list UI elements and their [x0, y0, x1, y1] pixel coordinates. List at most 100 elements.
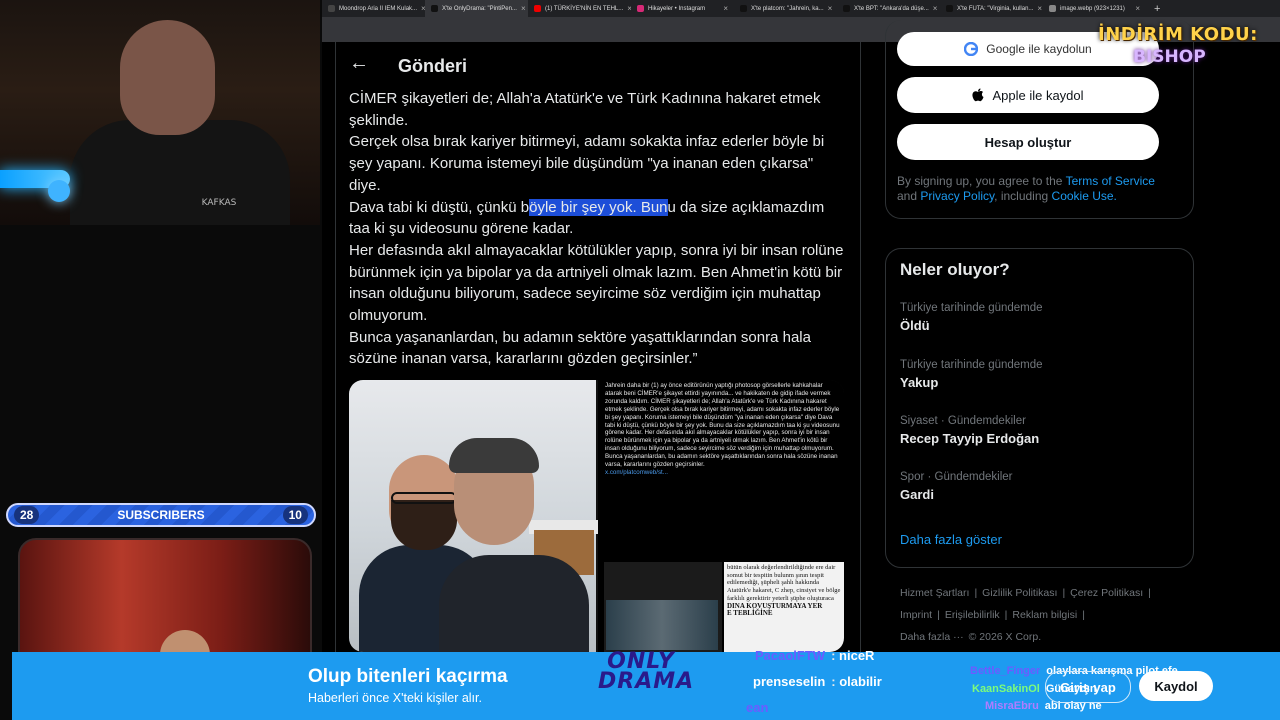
- legal-incl: , including: [994, 189, 1052, 203]
- trend-item[interactable]: Spor · Gündemdekiler Gardi: [900, 471, 1013, 502]
- chat-message: PacaolFTW: niceR: [755, 648, 874, 663]
- post-media[interactable]: Jahrein daha bir (1) ay önce editörünün …: [349, 380, 844, 652]
- close-tab-icon[interactable]: ×: [723, 4, 728, 13]
- terms-link[interactable]: Terms of Service: [1066, 174, 1155, 188]
- trend-name: Yakup: [900, 375, 939, 390]
- footer-link[interactable]: Hizmet Şartları: [900, 587, 969, 599]
- footer-link[interactable]: Imprint: [900, 609, 932, 621]
- browser-tab[interactable]: X'te platcom: "Jahrein, ka... ×: [734, 0, 837, 17]
- sub-count-left: 28: [14, 506, 40, 524]
- browser-tab[interactable]: X'te OnlyDrama: "PintiPen... ×: [425, 0, 528, 17]
- footer-link[interactable]: Çerez Politikası: [1070, 587, 1143, 599]
- footer-separator: |: [1148, 587, 1151, 599]
- post-text: CİMER şikayetleri de; Allah'a Atatürk'e …: [349, 88, 849, 370]
- person1-beard: [391, 500, 457, 550]
- privacy-link[interactable]: Privacy Policy: [920, 189, 994, 203]
- legal-document: bütün olarak değerlendirildiğinde ere da…: [724, 562, 844, 652]
- footer-link[interactable]: Daha fazla ···: [900, 631, 964, 643]
- footer-link[interactable]: Gizlilik Politikası: [982, 587, 1057, 599]
- close-tab-icon[interactable]: ×: [521, 4, 526, 13]
- footer-link[interactable]: Reklam bilgisi: [1012, 609, 1077, 621]
- tab-favicon-icon: [843, 5, 850, 12]
- close-tab-icon[interactable]: ×: [933, 4, 938, 13]
- close-tab-icon[interactable]: ×: [1037, 4, 1042, 13]
- shirt-logo: KAFKAS: [201, 198, 237, 208]
- person2-hair: [449, 438, 539, 473]
- tab-favicon-icon: [740, 5, 747, 12]
- post-paragraph: CİMER şikayetleri de; Allah'a Atatürk'e …: [349, 88, 849, 131]
- browser-tab[interactable]: (1) TÜRKİYE'NİN EN TEHL... ×: [528, 0, 631, 17]
- tab-label: X'te BPT: "Ankara'da düşe...: [854, 5, 929, 12]
- sub-count-right: 10: [282, 506, 308, 524]
- neon-light-dot: [48, 180, 70, 202]
- login-button[interactable]: Giriş yap: [1045, 671, 1131, 703]
- browser-tab[interactable]: X'te BPT: "Ankara'da düşe... ×: [837, 0, 940, 17]
- browser-tab[interactable]: Hikayeler • Instagram ×: [631, 0, 734, 17]
- chat-text: niceR: [839, 648, 875, 663]
- paragraph-text: Bunca yaşananlardan, bu adamın sektöre y…: [349, 328, 811, 368]
- screenshot-link: x.com/platcomweb/st...: [605, 468, 668, 476]
- footer-link[interactable]: Erişilebilirlik: [945, 609, 1000, 621]
- selfie-photo: [349, 380, 599, 652]
- legal-text: By signing up, you agree to the Terms of…: [897, 174, 1177, 204]
- new-tab-button[interactable]: +: [1146, 3, 1168, 15]
- trend-category: Siyaset · Gündemdekiler: [900, 415, 1026, 427]
- back-arrow-icon[interactable]: ←: [349, 52, 369, 75]
- chat-separator: :: [831, 648, 840, 663]
- tab-favicon-icon: [1049, 5, 1056, 12]
- apple-signup-button[interactable]: Apple ile kaydol: [897, 77, 1159, 113]
- apple-icon: [972, 88, 984, 102]
- footer-link[interactable]: © 2026 X Corp.: [969, 631, 1042, 643]
- person2-body: [439, 555, 589, 652]
- apple-signup-label: Apple ile kaydol: [992, 87, 1084, 103]
- game-thumbnail: [606, 600, 718, 650]
- chat-username: prenseselin: [753, 674, 826, 689]
- banner-title: Olup bitenleri kaçırma: [308, 666, 508, 687]
- promo-code-label: İNDİRİM KODU:: [1098, 24, 1258, 45]
- close-tab-icon[interactable]: ×: [1135, 4, 1140, 13]
- chat-username: ean: [746, 700, 769, 715]
- footer-separator: |: [1062, 587, 1066, 599]
- paragraph-text: Dava tabi ki düştü, çünkü b: [349, 198, 530, 216]
- trend-item[interactable]: Siyaset · Gündemdekiler Recep Tayyip Erdo…: [900, 415, 1039, 446]
- close-tab-icon[interactable]: ×: [828, 4, 833, 13]
- glasses-icon: [391, 492, 457, 504]
- tab-bar: Moondrop Aria II IEM Kulak... × X'te OnlyD…: [322, 0, 1280, 17]
- trends-title: Neler oluyor?: [900, 260, 1010, 279]
- tab-label: image.webp (923×1231): [1060, 5, 1125, 12]
- streamer-head: [120, 20, 215, 135]
- cookie-link[interactable]: Cookie Use.: [1052, 189, 1117, 203]
- footer-separator: |: [937, 609, 940, 621]
- post-paragraph: Gerçek olsa bırak kariyer bitirmeyi, ada…: [349, 131, 849, 196]
- paragraph-text: CİMER şikayetleri de; Allah'a Atatürk'e …: [349, 90, 821, 129]
- trends-card: [885, 248, 1194, 568]
- trend-name: Gardi: [900, 487, 934, 502]
- trend-item[interactable]: Türkiye tarihinde gündemde Yakup: [900, 359, 1043, 390]
- doc-footer: E TEBLİĞİNE: [727, 609, 773, 618]
- footer-links: Hizmet Şartları | Gizlilik Politikası | Çere…: [900, 582, 1190, 648]
- chat-text: olabilir: [839, 674, 882, 689]
- signup-button[interactable]: Kaydol: [1139, 671, 1213, 701]
- tab-label: X'te FUTA: "Virginia, kullan...: [957, 5, 1034, 12]
- trend-item[interactable]: Türkiye tarihinde gündemde Öldü: [900, 302, 1043, 333]
- page-title: Gönderi: [398, 56, 468, 76]
- chat-username: KaanSakinOl: [972, 683, 1040, 695]
- footer-separator: |: [1082, 609, 1085, 621]
- banner-subtitle: Haberleri önce X'teki kişiler alır.: [308, 691, 482, 705]
- paragraph-text: Her defasında akıl almayacaklar kötülükl…: [349, 241, 844, 325]
- browser-tab[interactable]: X'te FUTA: "Virginia, kullan... ×: [940, 0, 1043, 17]
- tab-label: X'te platcom: "Jahrein, ka...: [751, 5, 824, 12]
- show-more-link[interactable]: Daha fazla göster: [900, 532, 1002, 547]
- trend-name: Öldü: [900, 318, 930, 333]
- selected-text: öyle bir şey yok. Bun: [529, 198, 668, 216]
- chat-message: ean: [746, 700, 774, 715]
- post-paragraph: Dava tabi ki düştü, çünkü böyle bir şey …: [349, 197, 849, 240]
- screenshot-collage: Jahrein daha bir (1) ay önce editörünün …: [598, 380, 844, 652]
- tab-favicon-icon: [946, 5, 953, 12]
- browser-tab[interactable]: Moondrop Aria II IEM Kulak... ×: [322, 0, 425, 17]
- create-account-button[interactable]: Hesap oluştur: [897, 124, 1159, 160]
- footer-separator: |: [1004, 609, 1008, 621]
- legal-pre: By signing up, you agree to the: [897, 174, 1066, 188]
- post-paragraph: Her defasında akıl almayacaklar kötülükl…: [349, 240, 849, 327]
- browser-tab[interactable]: image.webp (923×1231) ×: [1043, 0, 1146, 17]
